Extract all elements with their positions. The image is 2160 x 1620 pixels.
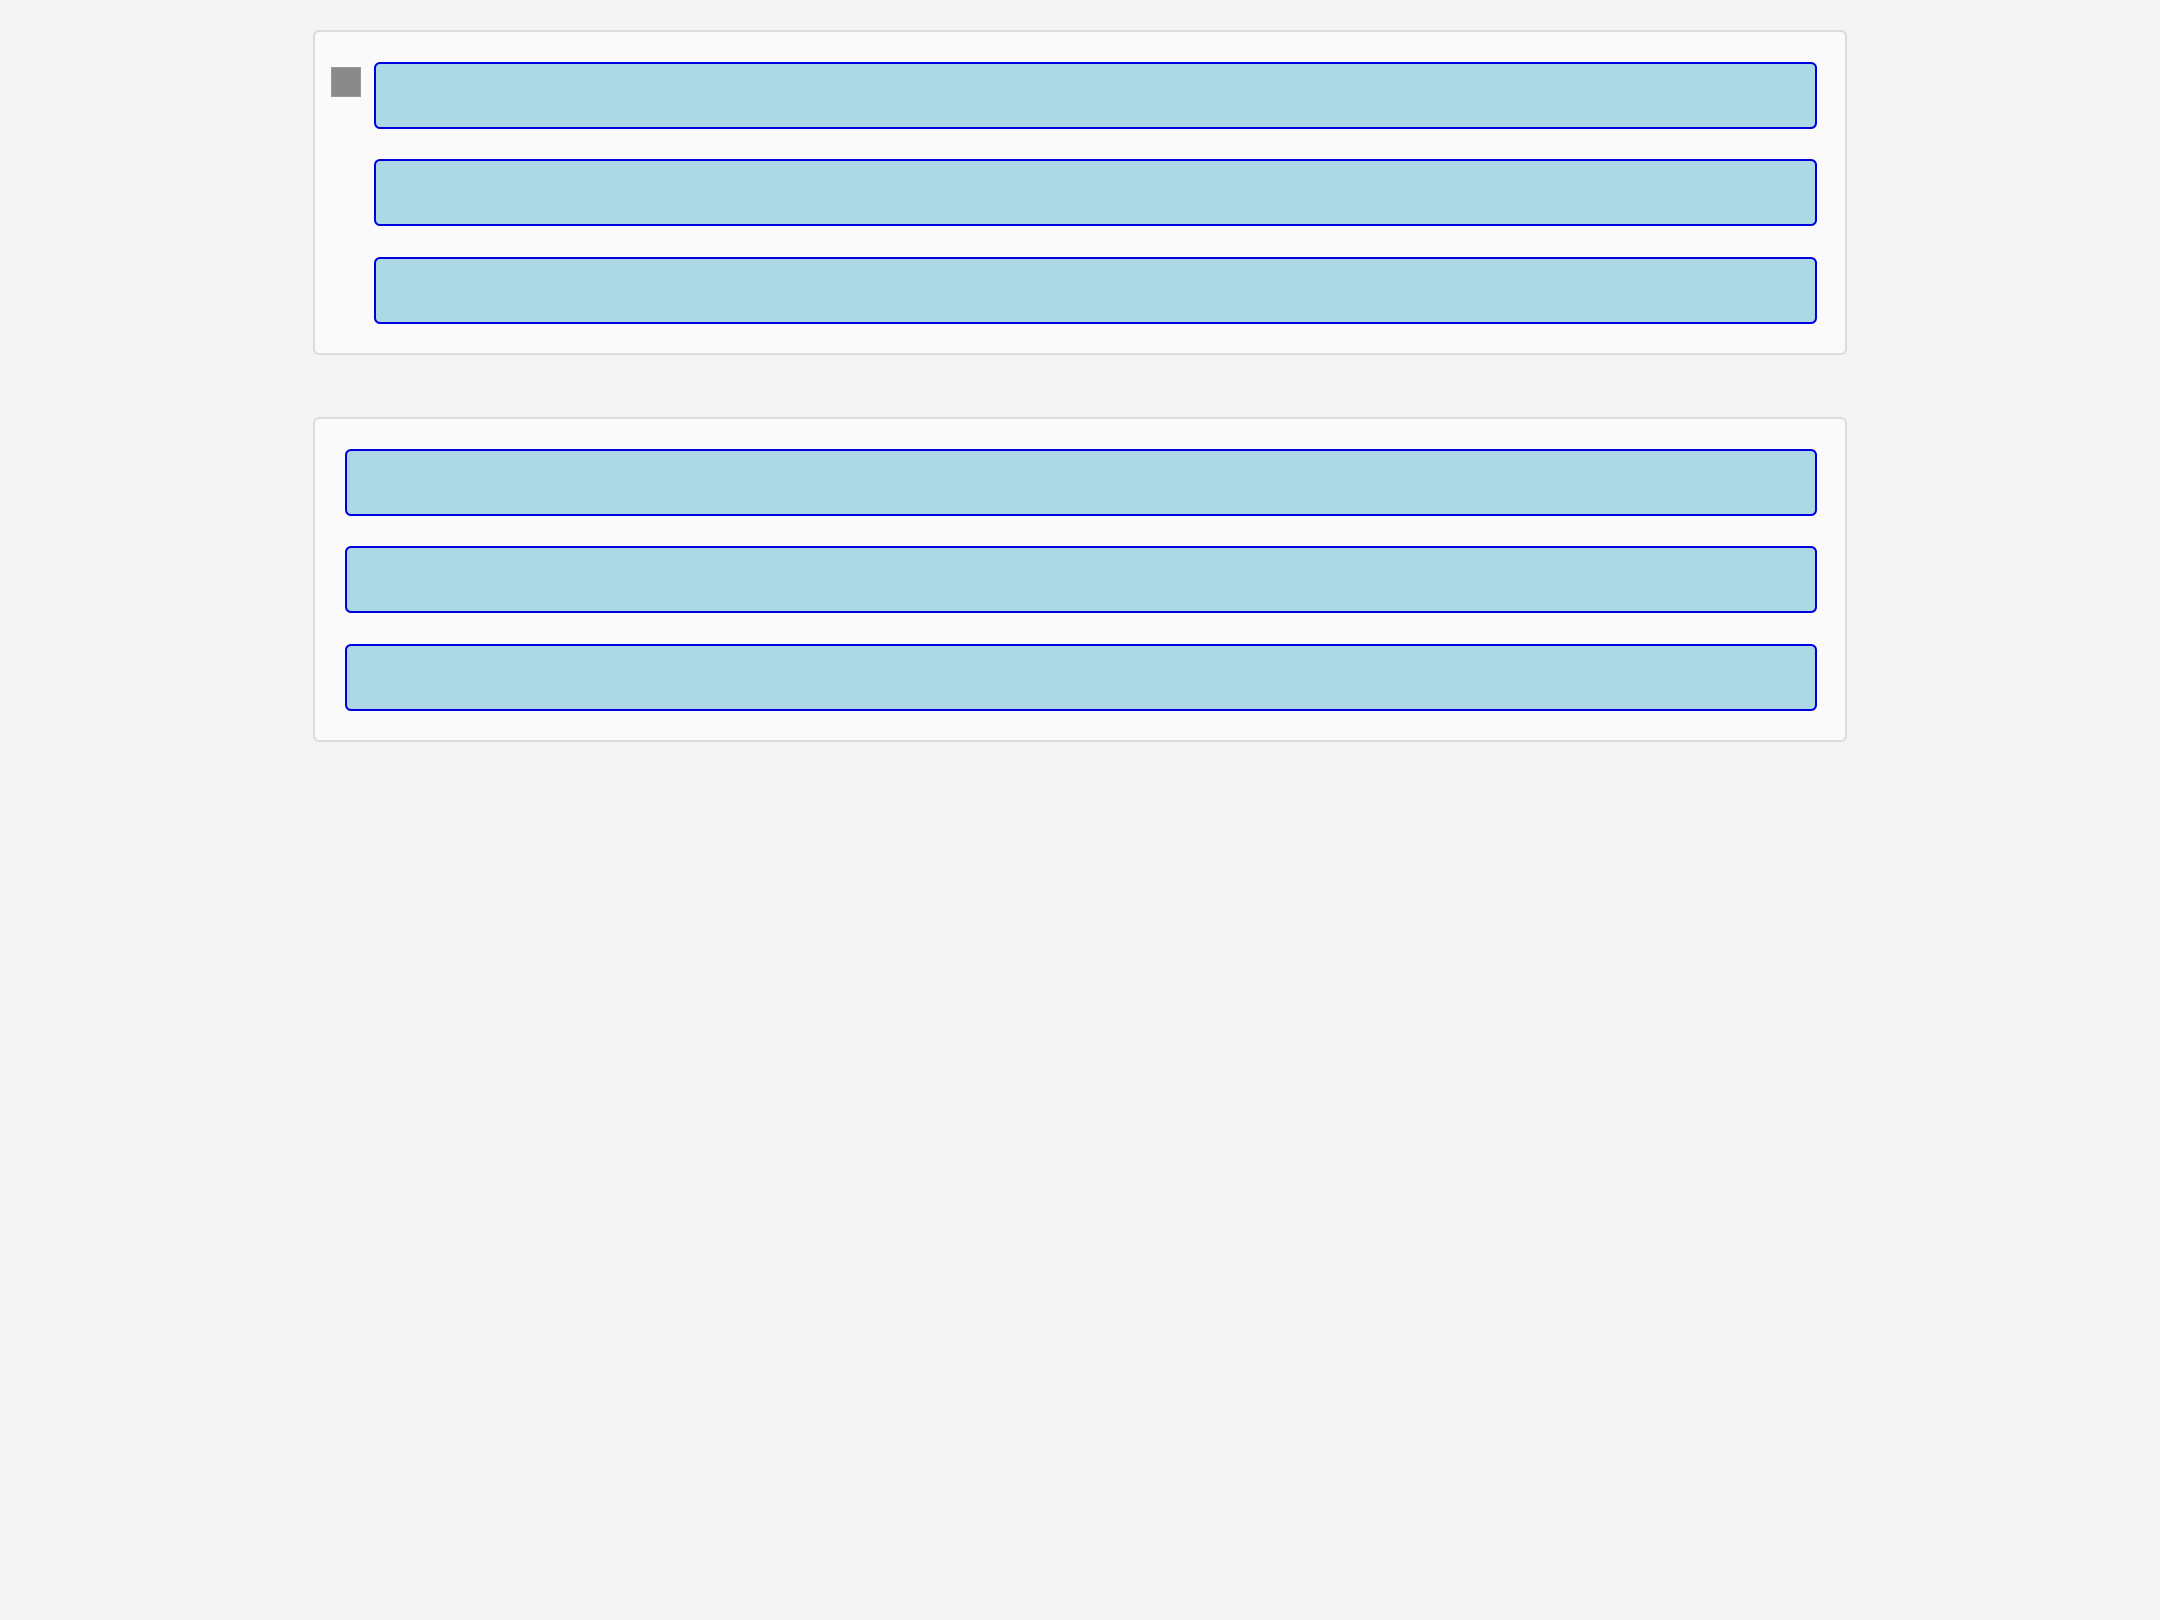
bottom-panel-item-3[interactable]: [345, 644, 1817, 711]
bottom-panel-item-1[interactable]: [345, 449, 1817, 516]
top-panel-item-1[interactable]: [374, 62, 1817, 129]
top-panel-item-3[interactable]: [374, 257, 1817, 324]
top-panel-item-2[interactable]: [374, 159, 1817, 226]
bottom-panel-item-2[interactable]: [345, 546, 1817, 613]
top-panel: [313, 30, 1847, 355]
square-icon[interactable]: [331, 67, 361, 97]
bottom-panel: [313, 417, 1847, 742]
